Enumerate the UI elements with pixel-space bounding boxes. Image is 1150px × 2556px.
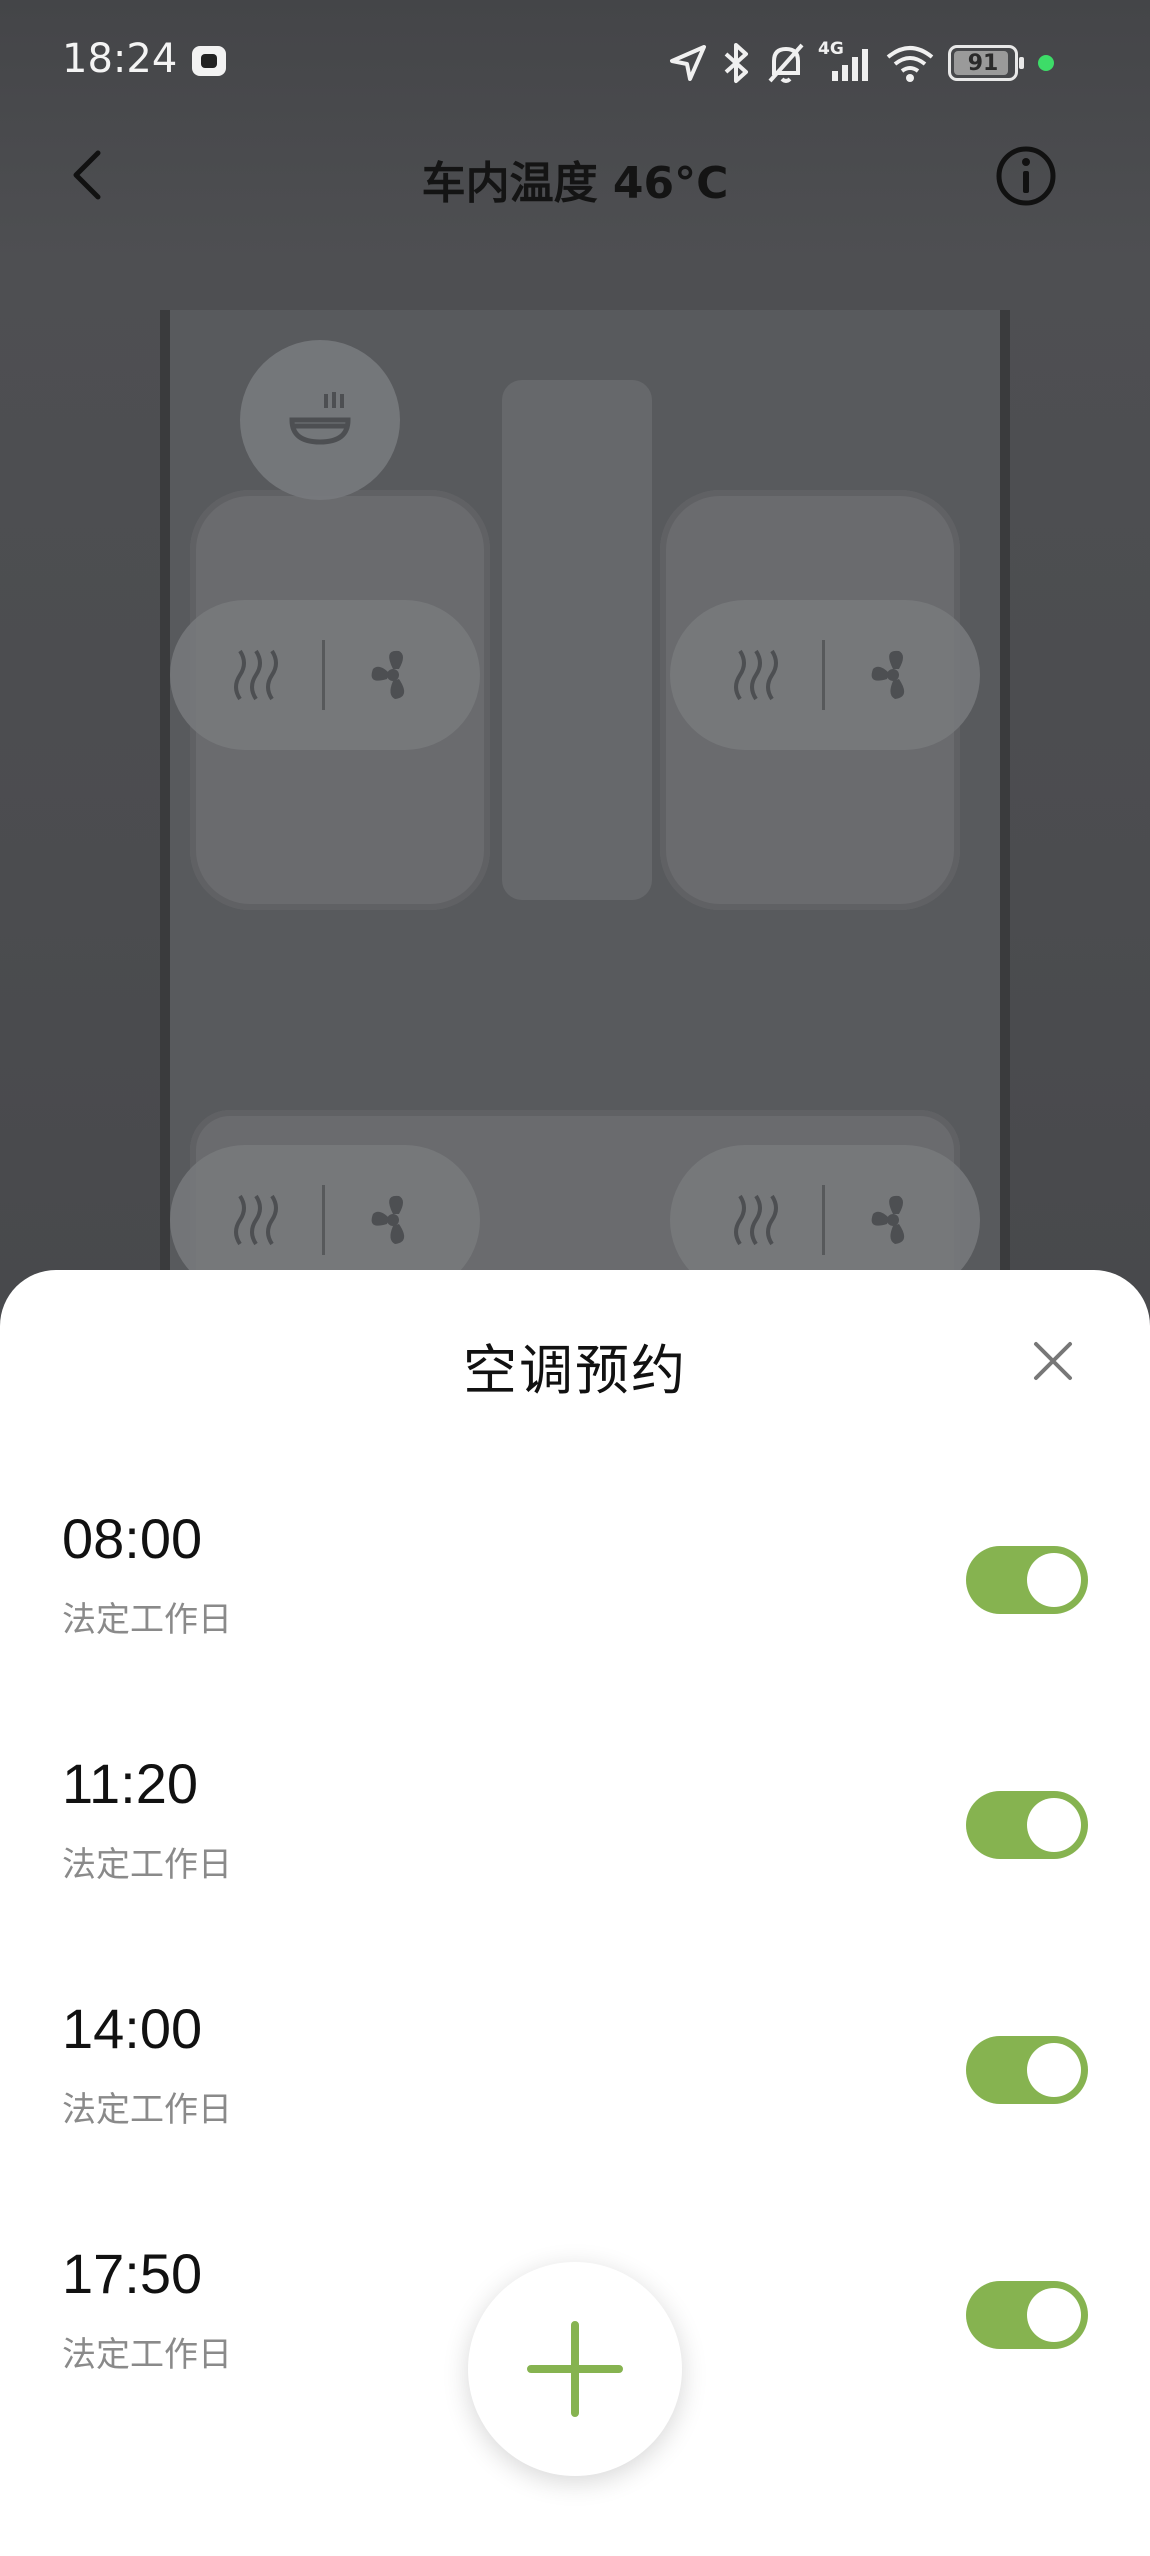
schedule-time: 08:00	[62, 1507, 203, 1570]
seat-fan-icon[interactable]	[861, 643, 925, 707]
status-dot	[1038, 55, 1054, 71]
schedule-repeat: 法定工作日	[62, 1845, 232, 1885]
notification-icon	[192, 46, 226, 76]
sheet-title: 空调预约	[463, 1339, 687, 1402]
seat-heat-icon[interactable]	[726, 1190, 786, 1250]
signal-icon: 4G	[818, 39, 872, 85]
info-icon[interactable]	[995, 145, 1057, 207]
close-icon[interactable]	[1030, 1338, 1076, 1384]
vehicle-background: 18:24 4G 91 车内温度 46°C	[0, 0, 1150, 1330]
schedule-toggle[interactable]	[966, 2281, 1088, 2349]
schedule-time: 17:50	[62, 2242, 203, 2305]
wifi-icon	[886, 46, 934, 82]
center-console	[502, 380, 652, 900]
page-title: 车内温度 46°C	[421, 158, 729, 209]
plus-icon	[527, 2321, 623, 2417]
schedule-item[interactable]: 11:20 法定工作日	[0, 1751, 1150, 1951]
bluetooth-icon	[724, 43, 748, 83]
status-time: 18:24	[62, 36, 178, 82]
schedule-toggle[interactable]	[966, 1791, 1088, 1859]
schedule-time: 11:20	[62, 1752, 198, 1815]
schedule-repeat: 法定工作日	[62, 2090, 232, 2130]
steering-heat-button[interactable]	[240, 340, 400, 500]
front-left-seat-controls	[170, 600, 480, 750]
add-schedule-button[interactable]	[468, 2262, 682, 2476]
battery-level: 91	[967, 50, 999, 76]
status-icons: 4G 91	[668, 38, 1054, 88]
seat-fan-icon[interactable]	[361, 643, 425, 707]
toggle-knob	[1027, 1553, 1081, 1607]
schedule-item[interactable]: 08:00 法定工作日	[0, 1506, 1150, 1706]
seat-heat-icon[interactable]	[226, 1190, 286, 1250]
mute-bell-icon	[768, 43, 804, 83]
seat-heat-icon[interactable]	[726, 645, 786, 705]
schedule-item[interactable]: 14:00 法定工作日	[0, 1996, 1150, 2196]
seat-fan-icon[interactable]	[861, 1188, 925, 1252]
steering-heat-icon	[289, 392, 351, 445]
car-interior-image	[40, 210, 1110, 1330]
schedule-repeat: 法定工作日	[62, 2335, 232, 2375]
battery-icon: 91	[948, 45, 1024, 81]
toggle-knob	[1027, 2288, 1081, 2342]
schedule-repeat: 法定工作日	[62, 1600, 232, 1640]
schedule-time: 14:00	[62, 1997, 203, 2060]
schedule-toggle[interactable]	[966, 2036, 1088, 2104]
schedule-toggle[interactable]	[966, 1546, 1088, 1614]
location-icon	[670, 45, 706, 81]
toggle-knob	[1027, 2043, 1081, 2097]
seat-fan-icon[interactable]	[361, 1188, 425, 1252]
seat-heat-icon[interactable]	[226, 645, 286, 705]
toggle-knob	[1027, 1798, 1081, 1852]
front-right-seat-controls	[670, 600, 980, 750]
status-bar: 18:24 4G 91	[0, 0, 1150, 125]
